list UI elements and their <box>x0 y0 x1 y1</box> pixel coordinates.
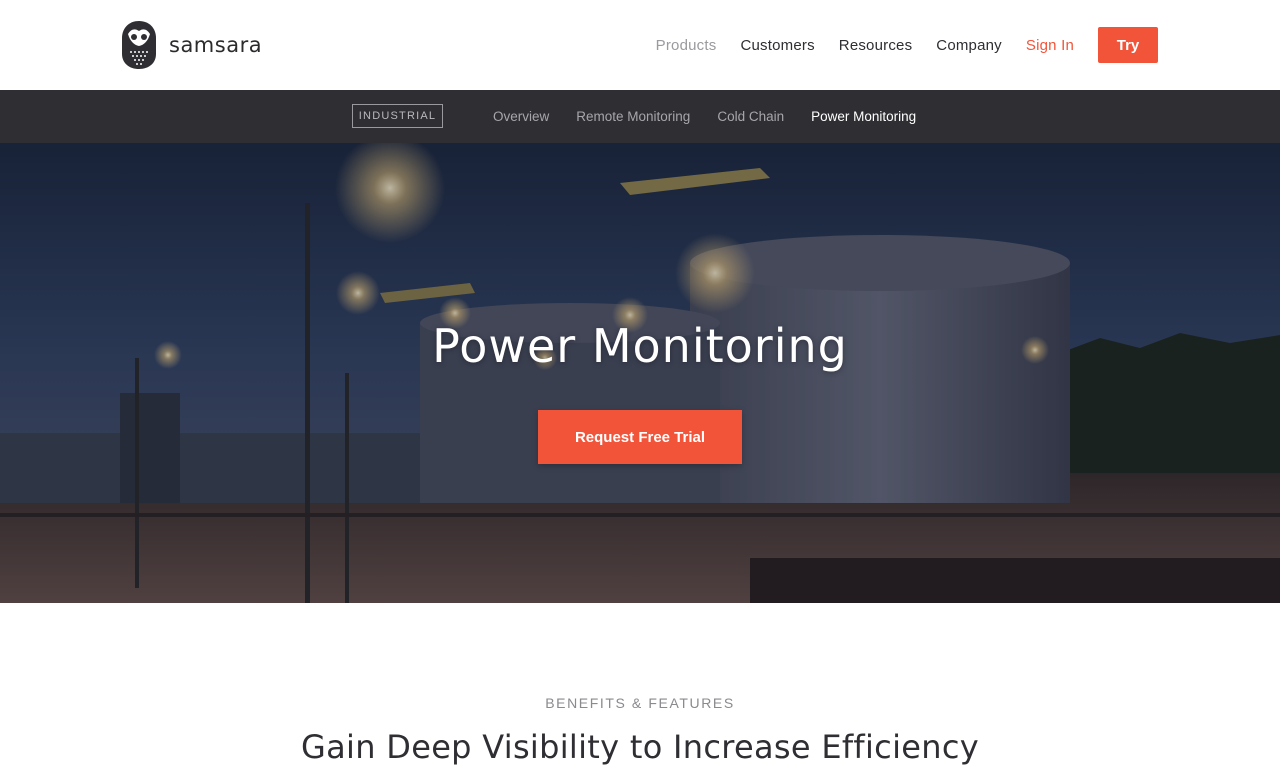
industrial-tanks-photo <box>0 143 1280 603</box>
hero-section: Power Monitoring Request Free Trial <box>0 143 1280 603</box>
category-badge: INDUSTRIAL <box>352 104 443 128</box>
brand-name: samsara <box>169 33 263 57</box>
subnav-links: Overview Remote Monitoring Cold Chain Po… <box>493 90 943 143</box>
subnav-remote-monitoring[interactable]: Remote Monitoring <box>576 109 690 124</box>
samsara-logo[interactable]: samsara <box>121 20 262 70</box>
subnav-power-monitoring[interactable]: Power Monitoring <box>811 109 916 124</box>
benefits-eyebrow: BENEFITS & FEATURES <box>545 695 735 711</box>
main-nav: Products Customers Resources Company Sig… <box>656 27 1158 63</box>
request-free-trial-button[interactable]: Request Free Trial <box>538 410 742 464</box>
sign-in-link[interactable]: Sign In <box>1026 37 1074 54</box>
try-button[interactable]: Try <box>1098 27 1158 63</box>
owl-icon <box>122 21 156 69</box>
hero-title: Power Monitoring <box>432 319 848 373</box>
benefits-title: Gain Deep Visibility to Increase Efficie… <box>301 728 979 766</box>
nav-products[interactable]: Products <box>656 37 717 54</box>
subnav-overview[interactable]: Overview <box>493 109 549 124</box>
product-subnav: INDUSTRIAL Overview Remote Monitoring Co… <box>0 90 1280 143</box>
nav-resources[interactable]: Resources <box>839 37 913 54</box>
nav-company[interactable]: Company <box>936 37 1002 54</box>
nav-customers[interactable]: Customers <box>740 37 814 54</box>
subnav-cold-chain[interactable]: Cold Chain <box>717 109 784 124</box>
top-navigation-bar: samsara Products Customers Resources Com… <box>0 0 1280 90</box>
